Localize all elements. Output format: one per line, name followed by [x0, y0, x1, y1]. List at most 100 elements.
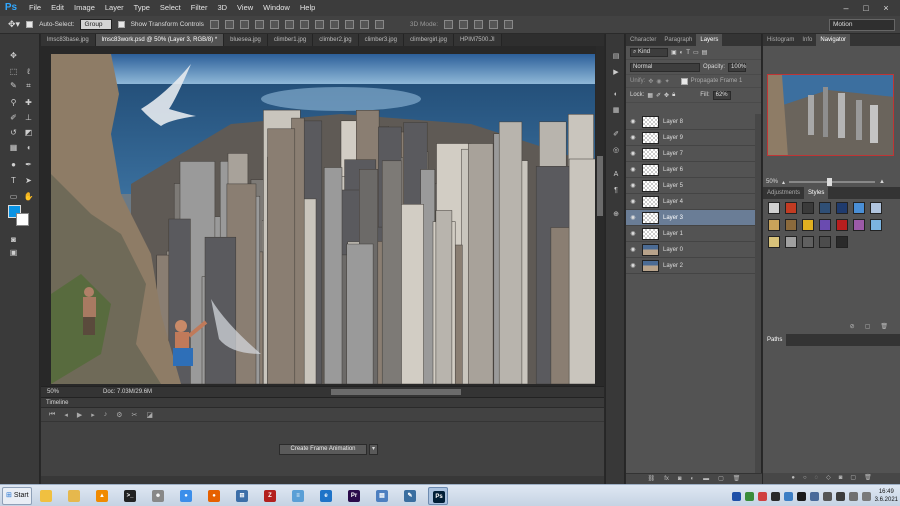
create-frame-animation-button[interactable]: Create Frame Animation [279, 444, 367, 455]
audio-icon[interactable]: ♪ [104, 411, 108, 418]
quick-select-tool-icon[interactable]: ✎ [8, 81, 19, 91]
tab-layers[interactable]: Layers [696, 34, 723, 46]
clear-style-icon[interactable]: ⊘ [850, 323, 855, 332]
document-tab[interactable]: HPIM7500.JI [453, 34, 502, 46]
unify-position-icon[interactable]: ✥ [648, 78, 653, 85]
document-tab[interactable]: climber3.jpg [358, 34, 404, 46]
style-swatch[interactable] [802, 236, 814, 248]
layer-row[interactable]: ◉ Layer 8 [626, 114, 756, 130]
align-center-icon[interactable] [269, 20, 279, 29]
screen-mode-icon[interactable]: ▣ [8, 248, 19, 258]
document-tab[interactable]: climber1.jpg [267, 34, 314, 46]
style-swatch[interactable] [785, 236, 797, 248]
delete-style-icon[interactable]: 🗑︎ [880, 323, 888, 332]
tray-app-icon-7[interactable] [809, 491, 819, 501]
document-canvas[interactable] [51, 54, 595, 384]
tab-info[interactable]: Info [798, 34, 816, 46]
network-icon[interactable] [835, 491, 845, 501]
layer-row[interactable]: ◉ Layer 0 [626, 242, 756, 258]
quick-mask-icon[interactable]: ◙ [8, 235, 19, 245]
menu-image[interactable]: Image [69, 0, 100, 16]
style-swatch[interactable] [785, 202, 797, 214]
3d-orbit-icon[interactable] [444, 20, 454, 29]
tab-histogram[interactable]: Histogram [763, 34, 798, 46]
swatches-panel-icon[interactable]: ▦ [611, 106, 621, 115]
filter-adjust-icon[interactable]: ◐ [680, 50, 684, 56]
navigator-zoom-slider[interactable] [789, 178, 876, 186]
canvas-horizontal-scrollbar[interactable] [331, 389, 461, 395]
new-style-icon[interactable]: ▢ [865, 323, 871, 332]
menu-layer[interactable]: Layer [100, 0, 129, 16]
3d-pan-icon[interactable] [474, 20, 484, 29]
show-transform-checkbox[interactable] [117, 21, 125, 28]
close-button[interactable]: × [876, 0, 896, 16]
visibility-eye-icon[interactable]: ◉ [626, 134, 640, 141]
tray-app-icon-2[interactable] [744, 491, 754, 501]
new-path-icon[interactable]: ▢ [850, 473, 856, 484]
pen-tool-icon[interactable]: ✒ [23, 160, 34, 170]
paragraph-panel-icon[interactable]: ¶ [611, 186, 621, 195]
notification-icon[interactable] [861, 491, 871, 501]
filter-pixel-icon[interactable]: ▣ [671, 49, 677, 56]
style-swatch[interactable] [870, 202, 882, 214]
work-path-icon[interactable]: ◇ [826, 473, 831, 484]
tab-navigator[interactable]: Navigator [816, 34, 851, 46]
visibility-eye-icon[interactable]: ◉ [626, 214, 640, 221]
taskbar-app-edge[interactable]: e [316, 487, 336, 505]
3d-roll-icon[interactable] [459, 20, 469, 29]
auto-select-checkbox[interactable] [26, 21, 34, 28]
zoom-out-icon[interactable]: ▴ [782, 179, 785, 186]
style-swatch[interactable] [768, 202, 780, 214]
taskbar-app-notes[interactable]: ≡ [288, 487, 308, 505]
clock[interactable]: 16:49 3.6.2021 [875, 488, 898, 504]
menu-type[interactable]: Type [129, 0, 155, 16]
layer-row[interactable]: ◉ Layer 3 [626, 210, 756, 226]
layer-row[interactable]: ◉ Layer 1 [626, 226, 756, 242]
eyedropper-tool-icon[interactable]: ⚲ [8, 98, 19, 108]
style-swatch[interactable] [836, 202, 848, 214]
layer-row[interactable]: ◉ Layer 9 [626, 130, 756, 146]
tab-styles[interactable]: Styles [804, 187, 829, 199]
layer-row[interactable]: ◉ Layer 7 [626, 146, 756, 162]
auto-select-dropdown[interactable]: Group [80, 19, 112, 30]
character-panel-icon[interactable]: A [611, 170, 621, 179]
lock-paint-icon[interactable]: ✐ [656, 92, 661, 99]
move-tool-icon[interactable]: ✥ [8, 51, 19, 61]
visibility-eye-icon[interactable]: ◉ [626, 198, 640, 205]
style-swatch[interactable] [802, 219, 814, 231]
taskbar-app-alien[interactable]: ☻ [148, 487, 168, 505]
style-swatch[interactable] [836, 236, 848, 248]
zoom-in-icon[interactable]: ▲ [879, 179, 885, 185]
tray-app-icon-1[interactable] [731, 491, 741, 501]
hand-tool-icon[interactable]: ✋ [23, 192, 34, 202]
history-brush-tool-icon[interactable]: ↺ [8, 128, 19, 138]
dodge-tool-icon[interactable]: ● [8, 160, 19, 170]
next-frame-icon[interactable]: ▸ [91, 411, 95, 419]
menu-file[interactable]: File [24, 0, 46, 16]
style-swatch[interactable] [768, 236, 780, 248]
menu-3d[interactable]: 3D [212, 0, 232, 16]
navigator-preview[interactable] [767, 74, 894, 156]
fill-field[interactable]: 62% [712, 90, 731, 100]
align-left-icon[interactable] [254, 20, 264, 29]
tray-app-icon-3[interactable] [757, 491, 767, 501]
minimize-button[interactable]: – [836, 0, 856, 16]
taskbar-app-filezilla[interactable]: Z [260, 487, 280, 505]
load-selection-icon[interactable]: ◌ [815, 473, 819, 484]
align-top-icon[interactable] [209, 20, 219, 29]
menu-select[interactable]: Select [155, 0, 186, 16]
adjustment-layer-icon[interactable]: ◐ [691, 474, 695, 484]
taskbar-app-vlc[interactable]: ▲ [92, 487, 112, 505]
maximize-button[interactable]: □ [856, 0, 876, 16]
tab-paragraph[interactable]: Paragraph [660, 34, 696, 46]
lock-all-icon[interactable]: 🔒︎ [672, 92, 675, 99]
taskbar-app-terminal[interactable]: >_ [120, 487, 140, 505]
canvas-area[interactable] [41, 46, 604, 386]
navigator-zoom-value[interactable]: 50% [766, 179, 778, 185]
lock-position-icon[interactable]: ✥ [664, 92, 669, 99]
visibility-eye-icon[interactable]: ◉ [626, 230, 640, 237]
scrollbar-thumb[interactable] [597, 156, 603, 216]
menu-window[interactable]: Window [258, 0, 295, 16]
visibility-eye-icon[interactable]: ◉ [626, 182, 640, 189]
link-layers-icon[interactable]: ⛓ [648, 474, 656, 484]
